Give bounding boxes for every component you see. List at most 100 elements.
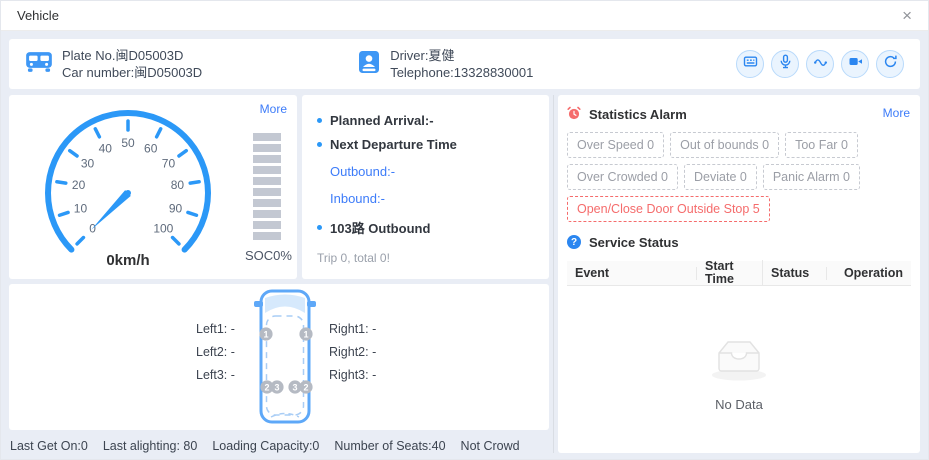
alarm-pill[interactable]: Panic Alarm 0 bbox=[762, 164, 860, 190]
bottom-stat-item: Number of Seats:40 bbox=[334, 439, 446, 453]
bottom-stats-bar: Last Get On:0 Last alighting: 80 Loading C… bbox=[9, 430, 549, 459]
speed-soc-panel: More 0102030405060708090100 0km/h SOC0% bbox=[9, 95, 297, 279]
svg-text:100: 100 bbox=[153, 221, 173, 235]
bus-diagram: 112332 bbox=[253, 288, 317, 431]
svg-text:60: 60 bbox=[144, 141, 158, 155]
microphone-button[interactable] bbox=[771, 50, 799, 78]
soc-bar bbox=[253, 166, 281, 174]
empty-text: No Data bbox=[715, 397, 763, 412]
led-screen-icon bbox=[743, 54, 758, 74]
door-count-label: Left2: - bbox=[196, 345, 235, 359]
track-button[interactable] bbox=[806, 50, 834, 78]
soc-bar bbox=[253, 188, 281, 196]
bottom-stat-item: Last Get On:0 bbox=[10, 439, 88, 453]
svg-text:1: 1 bbox=[263, 329, 268, 339]
header-actions bbox=[736, 50, 904, 78]
table-header-row: Event Start Time Status Operation bbox=[567, 260, 911, 286]
video-camera-button[interactable] bbox=[841, 50, 869, 78]
dialog-titlebar: Vehicle × bbox=[1, 1, 928, 31]
video-camera-icon bbox=[848, 54, 863, 74]
driver-info: Driver:夏健 Telephone:13328830001 bbox=[357, 47, 533, 81]
alarm-pill[interactable]: Over Crowded 0 bbox=[567, 164, 679, 190]
svg-text:20: 20 bbox=[72, 178, 86, 192]
empty-inbox-icon bbox=[706, 338, 772, 387]
alarm-more-link[interactable]: More bbox=[883, 106, 910, 120]
right-door-labels: Right1: - Right2: - Right3: - bbox=[329, 318, 376, 387]
vehicle-header-card: Plate No.闽D05003D Car number:闽D05003D Dr… bbox=[9, 39, 920, 89]
car-number-label: Car number:闽D05003D bbox=[62, 65, 203, 80]
svg-text:2: 2 bbox=[303, 382, 308, 392]
svg-text:80: 80 bbox=[171, 178, 185, 192]
soc-bar bbox=[253, 221, 281, 229]
service-status-header: ? Service Status bbox=[567, 232, 911, 252]
schedule-panel: Planned Arrival:- Next Departure Time Ou… bbox=[302, 95, 549, 279]
bottom-stat-item: Not Crowd bbox=[460, 439, 520, 453]
outbound-time: Outbound:- bbox=[330, 164, 396, 179]
refresh-button[interactable] bbox=[876, 50, 904, 78]
soc-indicator: SOC0% bbox=[245, 133, 292, 263]
soc-bar bbox=[253, 199, 281, 207]
door-count-label: Right1: - bbox=[329, 322, 377, 336]
led-screen-button[interactable] bbox=[736, 50, 764, 78]
soc-bar bbox=[253, 155, 281, 163]
alarm-pill[interactable]: Open/Close Door Outside Stop 5 bbox=[567, 196, 770, 222]
close-icon[interactable]: × bbox=[902, 7, 912, 24]
table-column-header: Event bbox=[567, 266, 697, 280]
svg-text:50: 50 bbox=[121, 136, 135, 150]
svg-text:40: 40 bbox=[99, 141, 113, 155]
svg-text:70: 70 bbox=[162, 157, 176, 171]
vehicle-dialog: Vehicle × Plate No.闽D05003D Car number:闽… bbox=[0, 0, 929, 460]
bullet-icon bbox=[317, 142, 322, 147]
next-departure-label: Next Departure Time bbox=[330, 137, 457, 152]
svg-text:3: 3 bbox=[274, 382, 279, 392]
alarm-pill-list: Over Speed 0 Out of bounds 0 Too Far 0 Over… bbox=[567, 132, 911, 222]
door-count-label: Left1: - bbox=[196, 322, 235, 336]
svg-text:90: 90 bbox=[169, 201, 183, 215]
service-status-title: Service Status bbox=[589, 234, 679, 250]
table-column-header: Operation bbox=[843, 265, 903, 280]
soc-bar bbox=[253, 210, 281, 218]
microphone-icon bbox=[778, 54, 793, 74]
svg-text:1: 1 bbox=[303, 329, 308, 339]
soc-bars bbox=[245, 133, 289, 240]
soc-bar bbox=[253, 144, 281, 152]
bullet-icon bbox=[317, 118, 322, 123]
driver-icon bbox=[357, 50, 381, 79]
empty-state: No Data bbox=[567, 286, 911, 412]
bottom-stat-item: Loading Capacity:0 bbox=[212, 439, 320, 453]
track-icon bbox=[813, 54, 828, 74]
bullet-icon bbox=[317, 225, 322, 230]
vehicle-info: Plate No.闽D05003D Car number:闽D05003D bbox=[25, 47, 202, 81]
gauge-more-link[interactable]: More bbox=[260, 102, 287, 116]
table-column-header: Status bbox=[763, 266, 827, 280]
plate-no-label: Plate No.闽D05003D bbox=[62, 48, 184, 63]
driver-label: Driver:夏健 bbox=[390, 48, 455, 63]
table-column-header: Start Time bbox=[697, 260, 763, 286]
svg-text:10: 10 bbox=[74, 201, 88, 215]
soc-bar bbox=[253, 177, 281, 185]
soc-bar bbox=[253, 133, 281, 141]
service-status-table: Event Start Time Status Operation No Data bbox=[567, 260, 911, 412]
door-count-label: Left3: - bbox=[196, 368, 235, 382]
speed-gauge: 0102030405060708090100 0km/h bbox=[13, 103, 243, 269]
alarm-pill[interactable]: Out of bounds 0 bbox=[670, 132, 780, 158]
telephone-label: Telephone:13328830001 bbox=[390, 65, 534, 80]
statistics-alarm-title: Statistics Alarm bbox=[589, 106, 687, 122]
vertical-divider bbox=[553, 95, 554, 453]
alarm-icon bbox=[567, 106, 581, 123]
soc-bar bbox=[253, 232, 281, 240]
speed-value: 0km/h bbox=[106, 252, 150, 269]
door-count-label: Right3: - bbox=[329, 368, 377, 382]
alarm-pill[interactable]: Too Far 0 bbox=[785, 132, 858, 158]
inbound-time: Inbound:- bbox=[330, 191, 385, 206]
statistics-alarm-header: Statistics Alarm More bbox=[567, 104, 911, 124]
question-icon: ? bbox=[567, 235, 581, 249]
refresh-icon bbox=[883, 54, 898, 74]
alarm-pill[interactable]: Deviate 0 bbox=[684, 164, 757, 190]
svg-text:3: 3 bbox=[292, 382, 297, 392]
bottom-stat-item: Last alighting: 80 bbox=[102, 439, 198, 453]
soc-label: SOC0% bbox=[245, 248, 292, 263]
svg-text:2: 2 bbox=[264, 382, 269, 392]
alarm-pill[interactable]: Over Speed 0 bbox=[567, 132, 665, 158]
bus-icon bbox=[25, 50, 53, 79]
